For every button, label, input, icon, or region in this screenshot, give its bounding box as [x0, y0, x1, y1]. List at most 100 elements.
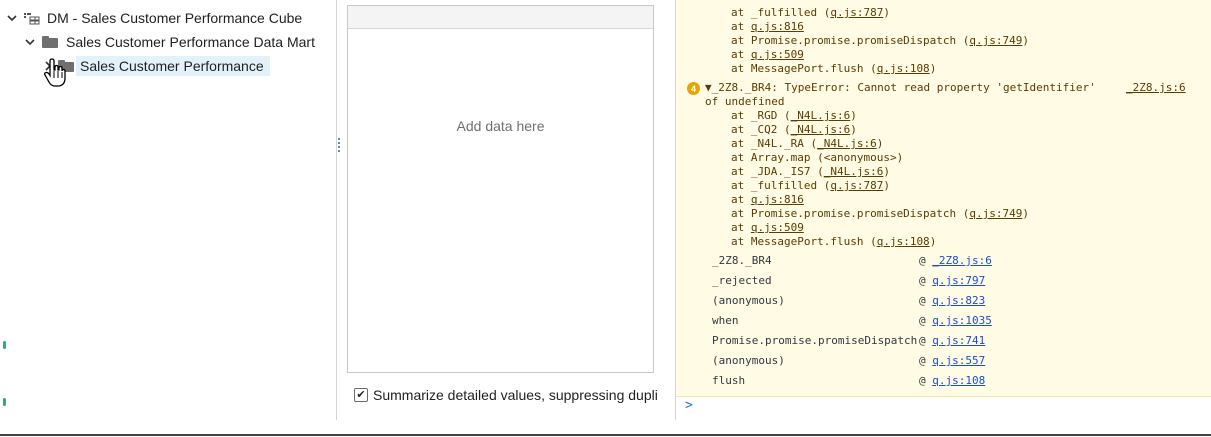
summarize-checkbox[interactable]: ✔: [354, 388, 368, 402]
console-stack-line: at _CQ2 (_N4L.js:6): [731, 123, 857, 137]
chevron-down-icon[interactable]: [24, 36, 36, 48]
console-stack-line: at _fulfilled (q.js:787): [731, 179, 890, 193]
stack-text: at Promise.promise.promiseDispatch (: [731, 207, 970, 220]
tree-item-label: Sales Customer Performance Data Mart: [66, 34, 315, 50]
source-link[interactable]: q.js:557: [932, 354, 985, 367]
source-link[interactable]: q.js:787: [830, 6, 883, 19]
source-link[interactable]: q.js:797: [932, 274, 985, 287]
stack-text: ): [883, 165, 890, 178]
source-link[interactable]: q.js:1035: [932, 314, 992, 327]
stack-text: ): [876, 137, 884, 150]
source-link[interactable]: q.js:741: [932, 334, 985, 347]
stack-text: ): [850, 123, 857, 136]
error-message[interactable]: ▼_2Z8._BR4: TypeError: Cannot read prope…: [705, 81, 1096, 95]
chevron-down-icon[interactable]: [6, 12, 18, 24]
error-count-badge: 4: [687, 82, 700, 95]
panel-divider: [336, 0, 337, 420]
source-link[interactable]: q.js:509: [751, 221, 804, 234]
stack-text: at MessagePort.flush (: [731, 62, 877, 75]
console-stack-line: at _N4L._RA (_N4L.js:6): [731, 137, 883, 151]
at-sign: @: [919, 314, 933, 327]
at-sign: @: [919, 374, 933, 387]
source-link[interactable]: q.js:816: [751, 193, 804, 206]
call-stack-function: Promise.promise.promiseDispatch: [712, 334, 918, 347]
source-link[interactable]: _2Z8.js:6: [1126, 81, 1186, 95]
call-stack-location: @ _2Z8.js:6: [919, 254, 992, 267]
console-stack-line: at q.js:816: [731, 193, 804, 207]
source-link[interactable]: _2Z8.js:6: [932, 254, 992, 267]
call-stack-location: @ q.js:1035: [919, 314, 992, 327]
console-stack-line: at MessagePort.flush (q.js:108): [731, 62, 936, 76]
error-message-cont: of undefined: [705, 95, 785, 108]
stack-text: at _fulfilled (: [731, 179, 831, 192]
hand-cursor-icon: [44, 58, 66, 87]
splitter-grip[interactable]: [338, 138, 341, 154]
stack-text: at _CQ2 (: [731, 123, 791, 136]
stack-text: at: [731, 193, 751, 206]
stack-text: at: [731, 221, 751, 234]
source-link[interactable]: q.js:108: [877, 235, 930, 248]
source-link[interactable]: q.js:108: [877, 62, 930, 75]
source-link[interactable]: _N4L.js:6: [824, 165, 884, 178]
stack-text: ): [850, 109, 857, 122]
stack-text: at _fulfilled (: [731, 6, 831, 19]
stack-text: at _N4L._RA (: [731, 137, 818, 150]
stack-text: at MessagePort.flush (: [731, 235, 877, 248]
at-sign: @: [919, 354, 933, 367]
at-sign: @: [919, 294, 933, 307]
source-link[interactable]: _N4L.js:6: [791, 109, 851, 122]
folder-icon: [42, 36, 58, 48]
bottom-divider: [0, 434, 1211, 436]
console-stack-line: at q.js:509: [731, 48, 804, 62]
console-stack-line: at q.js:509: [731, 221, 804, 235]
call-stack-function: (anonymous): [712, 294, 785, 307]
console-stack-line: at _RGD (_N4L.js:6): [731, 109, 857, 123]
source-link[interactable]: q.js:816: [751, 20, 804, 33]
stack-text: ): [929, 62, 937, 75]
call-stack-location: @ q.js:797: [919, 274, 985, 287]
console-stack-line: at MessagePort.flush (q.js:108): [731, 235, 936, 249]
source-link[interactable]: q.js:787: [830, 179, 883, 192]
call-stack-function: (anonymous): [712, 354, 785, 367]
call-stack-location: @ q.js:741: [919, 334, 985, 347]
call-stack-function: _2Z8._BR4: [712, 254, 772, 267]
source-link[interactable]: q.js:749: [969, 34, 1022, 47]
call-stack-function: _rejected: [712, 274, 772, 287]
data-tree-panel: DM - Sales Customer Performance Cube Sal…: [0, 0, 337, 420]
console-stack-line: at _fulfilled (q.js:787): [731, 6, 890, 20]
tree-item-cube[interactable]: DM - Sales Customer Performance Cube: [6, 7, 302, 29]
stack-text: ): [1022, 34, 1030, 47]
source-link[interactable]: _N4L.js:6: [817, 137, 877, 150]
call-stack-location: @ q.js:557: [919, 354, 985, 367]
at-sign: @: [919, 334, 933, 347]
tree-item-data-mart[interactable]: Sales Customer Performance Data Mart: [24, 31, 315, 53]
drop-zone-header: [348, 6, 653, 29]
console-stack-line: at Promise.promise.promiseDispatch (q.js…: [731, 34, 1029, 48]
source-link[interactable]: q.js:108: [932, 374, 985, 387]
source-link[interactable]: q.js:509: [751, 48, 804, 61]
drop-zone[interactable]: Add data here: [347, 5, 654, 373]
edge-marker: [3, 398, 6, 406]
stack-text: at _RGD (: [731, 109, 791, 122]
cube-icon: [24, 12, 40, 25]
edge-marker: [3, 341, 6, 349]
call-stack-function: flush: [712, 374, 746, 387]
at-sign: @: [919, 254, 933, 267]
console-stack-line: at Promise.promise.promiseDispatch (q.js…: [731, 207, 1029, 221]
stack-text: at Array.map (<anonymous>): [731, 151, 904, 164]
tree-item-sales-customer-performance[interactable]: Sales Customer Performance: [42, 55, 270, 77]
summarize-label: Summarize detailed values, suppressing d…: [373, 387, 658, 403]
stack-text: ): [1022, 207, 1030, 220]
devtools-console: at _fulfilled (q.js:787) at q.js:816 at Pr…: [675, 0, 1211, 420]
summarize-checkbox-row[interactable]: ✔ Summarize detailed values, suppressing…: [352, 386, 658, 404]
source-link[interactable]: _N4L.js:6: [791, 123, 851, 136]
call-stack-function: when: [712, 314, 739, 327]
source-link[interactable]: q.js:823: [932, 294, 985, 307]
call-stack-location: @ q.js:823: [919, 294, 985, 307]
at-sign: @: [919, 274, 933, 287]
console-stack-line: at q.js:816: [731, 20, 804, 34]
console-stack-line: at Array.map (<anonymous>): [731, 151, 903, 165]
tree-item-label: Sales Customer Performance: [76, 56, 270, 76]
source-link[interactable]: q.js:749: [969, 207, 1022, 220]
console-prompt-icon[interactable]: >: [685, 398, 693, 413]
